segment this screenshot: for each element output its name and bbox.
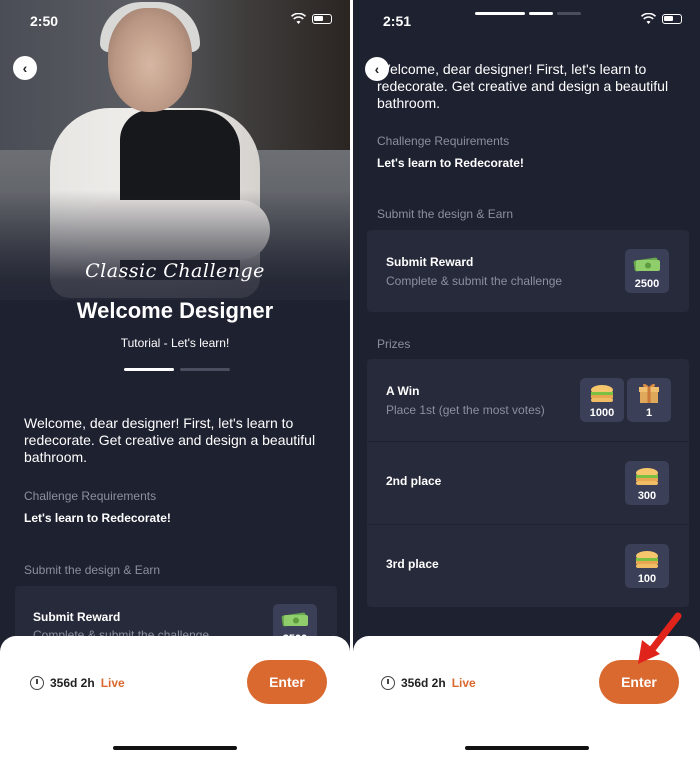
reward-amount: 2500: [634, 278, 660, 290]
intro-text: Welcome, dear designer! First, let's lea…: [24, 415, 316, 465]
wifi-icon: [291, 13, 306, 24]
prizes-label: Prizes: [377, 337, 411, 351]
sandwich-icon: [591, 385, 613, 402]
submit-section-label: Submit the design & Earn: [377, 207, 514, 221]
battery-icon: [662, 13, 682, 24]
home-indicator: [465, 746, 589, 750]
countdown-text: 356d 2h: [401, 676, 446, 690]
carousel-pager: [124, 368, 230, 371]
pager-dot: [180, 368, 230, 371]
status-bar: 2:50: [0, 0, 350, 40]
prize-amount: 1000: [589, 407, 615, 419]
countdown-text: 356d 2h: [50, 676, 95, 690]
enter-button[interactable]: Enter: [247, 660, 327, 704]
reward-badge: 2500: [625, 249, 669, 293]
home-indicator: [113, 746, 237, 750]
back-button[interactable]: ‹: [13, 56, 37, 80]
page-subtitle: Tutorial - Let's learn!: [120, 336, 230, 350]
submit-section-label: Submit the design & Earn: [24, 563, 161, 577]
status-time: 2:50: [30, 13, 59, 29]
prize-title-3rd: 3rd place: [386, 557, 439, 571]
prize-badge-coins: 300: [625, 461, 669, 505]
status-bar: 2:51: [353, 0, 700, 40]
requirements-value: Let's learn to Redecorate!: [377, 156, 524, 170]
prize-amount: 1: [645, 407, 653, 419]
submit-reward-card: Submit Reward Complete & submit the chal…: [367, 230, 689, 312]
row-divider: [367, 524, 689, 525]
requirements-label: Challenge Requirements: [377, 134, 510, 148]
clock-icon: [381, 676, 395, 690]
prize-title-2nd: 2nd place: [386, 474, 442, 488]
scroll-progress: [475, 12, 581, 15]
prize-badge-coins: 100: [625, 544, 669, 588]
row-divider: [367, 441, 689, 442]
live-badge: Live: [100, 676, 125, 690]
prize-amount: 300: [637, 490, 657, 502]
submit-reward-subtitle: Complete & submit the challenge: [386, 274, 563, 288]
prize-title-1st: A Win: [386, 384, 420, 398]
battery-icon: [312, 13, 332, 24]
prize-subtitle-1st: Place 1st (get the most votes): [386, 403, 545, 417]
status-time: 2:51: [383, 13, 412, 29]
sandwich-icon: [636, 468, 658, 485]
wifi-icon: [641, 13, 656, 24]
sandwich-icon: [636, 551, 658, 568]
prize-badge-coins: 1000: [580, 378, 624, 422]
bottom-action-bar: 356d 2h Live Enter: [0, 636, 350, 758]
phone-screen-left: 2:50 ‹ Classic Challenge Welcome Designe…: [0, 0, 350, 758]
chevron-left-icon: ‹: [22, 60, 28, 76]
challenge-type-label: Classic Challenge: [85, 260, 265, 282]
gift-icon: [639, 383, 659, 403]
prize-badge-gift: 1: [627, 378, 671, 422]
requirements-value: Let's learn to Redecorate!: [24, 511, 171, 525]
hero-photo: [0, 0, 350, 390]
arrow-icon: [638, 612, 682, 664]
countdown: 356d 2h Live: [30, 676, 125, 690]
page-title: Welcome Designer: [76, 298, 274, 323]
requirements-label: Challenge Requirements: [24, 489, 157, 503]
cash-icon: [633, 257, 660, 272]
prizes-card: A Win Place 1st (get the most votes) 100…: [367, 359, 689, 607]
pager-dot-active: [124, 368, 174, 371]
countdown: 356d 2h Live: [381, 676, 476, 690]
prize-amount: 100: [637, 573, 657, 585]
submit-reward-title: Submit Reward: [386, 255, 474, 269]
intro-text: Welcome, dear designer! First, let's lea…: [377, 61, 669, 111]
enter-button[interactable]: Enter: [599, 660, 679, 704]
clock-icon: [30, 676, 44, 690]
submit-reward-title: Submit Reward: [33, 610, 121, 624]
live-badge: Live: [451, 676, 476, 690]
cash-icon: [281, 612, 308, 627]
screenshot-pair: 2:50 ‹ Classic Challenge Welcome Designe…: [0, 0, 700, 758]
